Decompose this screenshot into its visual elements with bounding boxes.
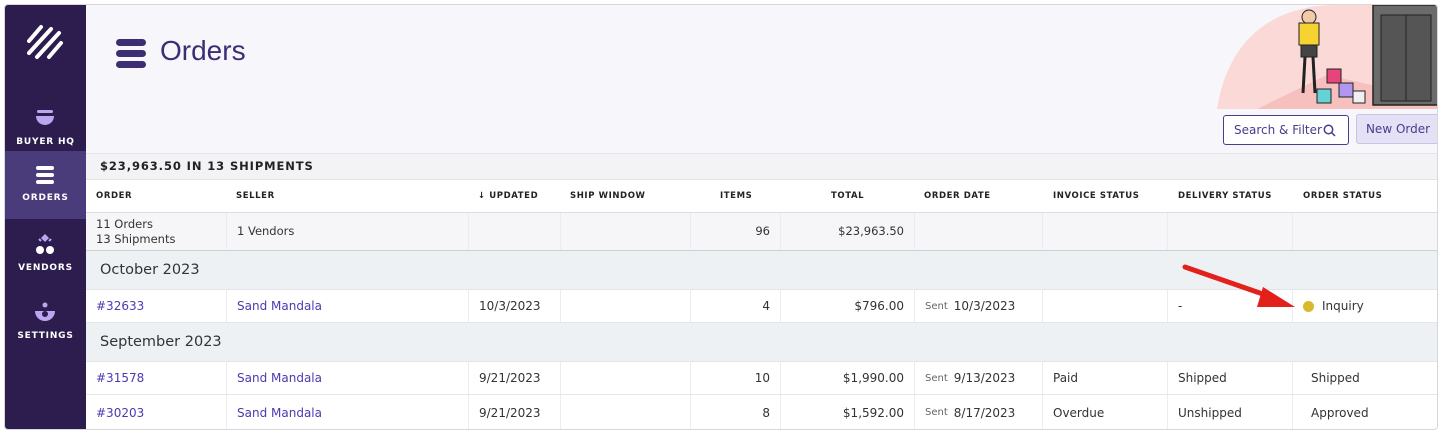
totals-total: $23,963.50 [780, 213, 914, 250]
invoice-status [1042, 290, 1167, 322]
stack-icon [36, 166, 54, 184]
order-number-link[interactable]: #30203 [96, 395, 226, 429]
order-date: Sent 9/13/2023 [914, 362, 1042, 394]
items-count: 10 [690, 362, 780, 394]
totals-delivery [1167, 213, 1292, 250]
order-date-value: 9/13/2023 [953, 371, 1016, 385]
totals-row: 11 Orders 13 Shipments 1 Vendors 96 $23,… [86, 213, 1437, 251]
column-header-invoice-status[interactable]: INVOICE STATUS [1053, 180, 1173, 212]
totals-shipments-count: 13 Shipments [96, 231, 176, 246]
order-number-link[interactable]: #32633 [96, 290, 226, 322]
invoice-status: Paid [1042, 362, 1167, 394]
page-title: Orders [160, 35, 246, 66]
order-date: Sent 8/17/2023 [914, 395, 1042, 429]
ship-window [560, 290, 690, 322]
invoice-status: Overdue [1042, 395, 1167, 429]
column-header-order-date[interactable]: ORDER DATE [924, 180, 1034, 212]
delivery-status: Shipped [1167, 362, 1292, 394]
bowl-icon [36, 110, 54, 125]
order-status: Approved [1292, 395, 1437, 429]
column-header-updated[interactable]: ↓ UPDATED [478, 180, 564, 212]
order-total: $1,990.00 [780, 362, 914, 394]
seller-link[interactable]: Sand Mandala [226, 362, 468, 394]
brand-logo-icon[interactable] [25, 23, 65, 63]
group-header: September 2023 [86, 323, 1437, 362]
totals-items: 96 [690, 213, 780, 250]
column-header-total[interactable]: TOTAL [831, 180, 911, 212]
page-header: Orders Search & Filter New Order [86, 5, 1437, 153]
totals-vendors: 1 Vendors [226, 213, 468, 250]
table-header: ORDER SELLER ↓ UPDATED SHIP WINDOW ITEMS… [86, 180, 1437, 213]
updated-date: 10/3/2023 [468, 290, 560, 322]
sent-label: Sent [925, 407, 948, 418]
order-status: Inquiry [1292, 290, 1437, 322]
totals-ship-window [560, 213, 690, 250]
updated-date: 9/21/2023 [468, 395, 560, 429]
seller-link[interactable]: Sand Mandala [226, 395, 468, 429]
warehouse-illustration [1217, 5, 1437, 109]
sidebar-item-label: ORDERS [22, 193, 69, 203]
search-filter-button[interactable]: Search & Filter [1223, 115, 1349, 145]
totals-orders-count: 11 Orders [96, 216, 153, 231]
stack-icon [116, 39, 146, 68]
app-window: BUYER HQ ORDERS VENDORS SETTINGS Orders … [4, 4, 1438, 430]
column-header-seller[interactable]: SELLER [236, 180, 466, 212]
search-filter-label: Search & Filter [1234, 123, 1322, 137]
order-status-label: Inquiry [1322, 299, 1364, 313]
sidebar-item-label: SETTINGS [17, 331, 74, 341]
group-label: September 2023 [100, 334, 222, 350]
diamonds-icon [36, 234, 54, 254]
column-header-delivery-status[interactable]: DELIVERY STATUS [1178, 180, 1298, 212]
sidebar: BUYER HQ ORDERS VENDORS SETTINGS [5, 5, 86, 429]
updated-date: 9/21/2023 [468, 362, 560, 394]
column-header-items[interactable]: ITEMS [720, 180, 790, 212]
column-header-order[interactable]: ORDER [96, 180, 226, 212]
inquiry-status-dot-icon [1303, 300, 1314, 312]
order-total: $796.00 [780, 290, 914, 322]
sidebar-item-settings[interactable]: SETTINGS [5, 289, 86, 357]
order-total: $1,592.00 [780, 395, 914, 429]
settings-bowl-icon [35, 302, 55, 321]
totals-order-date [914, 213, 1042, 250]
table-row[interactable]: #30203 Sand Mandala 9/21/2023 8 $1,592.0… [86, 395, 1437, 429]
order-number-link[interactable]: #31578 [96, 362, 226, 394]
ship-window [560, 362, 690, 394]
items-count: 8 [690, 395, 780, 429]
seller-link[interactable]: Sand Mandala [226, 290, 468, 322]
order-date-value: 10/3/2023 [953, 299, 1016, 313]
totals-orders: 11 Orders 13 Shipments [96, 213, 226, 250]
sidebar-item-label: BUYER HQ [16, 137, 75, 147]
totals-updated [468, 213, 560, 250]
sidebar-item-label: VENDORS [18, 263, 73, 273]
delivery-status: Unshipped [1167, 395, 1292, 429]
group-label: October 2023 [100, 262, 200, 278]
column-header-ship-window[interactable]: SHIP WINDOW [570, 180, 690, 212]
items-count: 4 [690, 290, 780, 322]
summary-bar: $23,963.50 IN 13 SHIPMENTS [86, 153, 1437, 180]
sidebar-item-vendors[interactable]: VENDORS [5, 221, 86, 289]
sidebar-item-orders[interactable]: ORDERS [5, 151, 86, 219]
sent-label: Sent [925, 300, 948, 312]
ship-window [560, 395, 690, 429]
order-date-value: 8/17/2023 [953, 405, 1016, 420]
search-icon [1323, 124, 1336, 137]
order-date: Sent 10/3/2023 [914, 290, 1042, 322]
new-order-button[interactable]: New Order [1356, 114, 1437, 144]
column-header-order-status[interactable]: ORDER STATUS [1303, 180, 1423, 212]
annotation-arrow-icon [1182, 264, 1295, 307]
table-row[interactable]: #31578 Sand Mandala 9/21/2023 10 $1,990.… [86, 362, 1437, 395]
order-status: Shipped [1292, 362, 1437, 394]
totals-invoice [1042, 213, 1167, 250]
sent-label: Sent [925, 372, 948, 384]
totals-status [1292, 213, 1437, 250]
